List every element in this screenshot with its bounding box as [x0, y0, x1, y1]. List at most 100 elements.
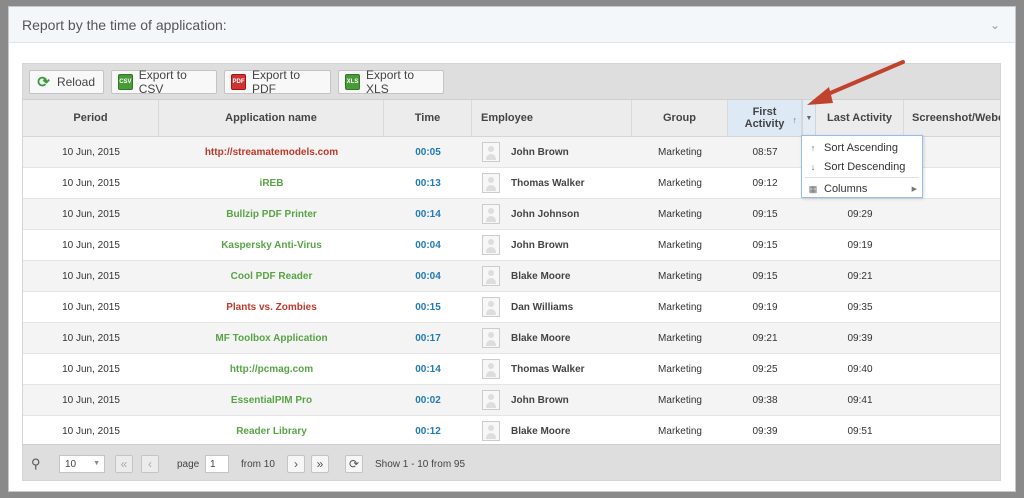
- time-cell: 00:17: [415, 332, 441, 344]
- table-row[interactable]: 10 Jun, 2015 MF Toolbox Application 00:17 B…: [23, 323, 1000, 354]
- first-activity-cell: 09:39: [752, 425, 778, 437]
- group-cell: Marketing: [658, 425, 702, 437]
- application-link[interactable]: Cool PDF Reader: [159, 261, 384, 291]
- export-pdf-button[interactable]: PDF Export to PDF: [224, 68, 331, 96]
- group-cell: Marketing: [658, 301, 702, 313]
- application-link[interactable]: MF Toolbox Application: [159, 323, 384, 353]
- first-activity-cell: 09:15: [752, 208, 778, 220]
- last-page-button[interactable]: »: [311, 455, 329, 473]
- next-page-button[interactable]: ›: [287, 455, 305, 473]
- export-csv-button[interactable]: CSV Export to CSV: [111, 68, 217, 96]
- column-header-employee[interactable]: Employee: [472, 100, 632, 136]
- avatar: [482, 297, 500, 317]
- panel-header: Report by the time of application: ⌄: [9, 7, 1015, 43]
- table-row[interactable]: 10 Jun, 2015 Plants vs. Zombies 00:15 Dan W…: [23, 292, 1000, 323]
- time-cell: 00:05: [415, 146, 441, 158]
- avatar: [482, 204, 500, 224]
- menu-divider: [805, 177, 919, 178]
- xls-file-icon: XLS: [345, 74, 361, 90]
- last-activity-cell: 09:35: [847, 301, 873, 313]
- application-link[interactable]: Plants vs. Zombies: [159, 292, 384, 322]
- columns-menu-item[interactable]: ▦ Columns ▶: [802, 180, 922, 198]
- employee-cell: John Brown: [472, 230, 632, 260]
- export-xls-button[interactable]: XLS Export to XLS: [338, 68, 444, 96]
- paging-status: Show 1 - 10 from 95: [375, 459, 466, 470]
- avatar: [482, 328, 500, 348]
- application-link[interactable]: Bullzip PDF Printer: [159, 199, 384, 229]
- first-activity-cell: 09:19: [752, 301, 778, 313]
- export-pdf-label: Export to PDF: [252, 68, 301, 96]
- application-link[interactable]: iREB: [159, 168, 384, 198]
- table-row[interactable]: 10 Jun, 2015 Cool PDF Reader 00:04 Blake Mo…: [23, 261, 1000, 292]
- search-icon[interactable]: ⚲: [31, 456, 41, 472]
- avatar: [482, 142, 500, 162]
- time-cell: 00:04: [415, 270, 441, 282]
- period-cell: 10 Jun, 2015: [62, 363, 120, 375]
- column-header-group[interactable]: Group: [632, 100, 728, 136]
- column-header-screenshot[interactable]: Screenshot/Webc: [904, 100, 1000, 136]
- table-row[interactable]: 10 Jun, 2015 Reader Library 00:12 Blake Moo…: [23, 416, 1000, 447]
- table-row[interactable]: 10 Jun, 2015 http://pcmag.com 00:14 Thomas …: [23, 354, 1000, 385]
- last-activity-cell: 09:29: [847, 208, 873, 220]
- table-row[interactable]: 10 Jun, 2015 Bullzip PDF Printer 00:14 John…: [23, 199, 1000, 230]
- prev-page-button[interactable]: ‹: [141, 455, 159, 473]
- group-cell: Marketing: [658, 394, 702, 406]
- period-cell: 10 Jun, 2015: [62, 239, 120, 251]
- period-cell: 10 Jun, 2015: [62, 208, 120, 220]
- period-cell: 10 Jun, 2015: [62, 394, 120, 406]
- reload-button[interactable]: ⟳ Reload: [29, 70, 104, 94]
- export-xls-label: Export to XLS: [366, 68, 415, 96]
- sort-descending-item[interactable]: ↓ Sort Descending: [802, 158, 922, 176]
- column-header-application[interactable]: Application name: [159, 100, 384, 136]
- refresh-page-button[interactable]: ⟳: [345, 455, 363, 473]
- employee-cell: Thomas Walker: [472, 168, 632, 198]
- last-activity-cell: 09:41: [847, 394, 873, 406]
- last-activity-cell: 09:39: [847, 332, 873, 344]
- export-csv-label: Export to CSV: [138, 68, 187, 96]
- page-number-input[interactable]: 1: [205, 455, 229, 473]
- avatar: [482, 173, 500, 193]
- employee-cell: John Brown: [472, 137, 632, 167]
- time-cell: 00:13: [415, 177, 441, 189]
- chevron-down-icon[interactable]: ⌄: [987, 17, 1003, 33]
- application-link[interactable]: Reader Library: [159, 416, 384, 446]
- sort-descending-label: Sort Descending: [824, 161, 906, 173]
- employee-cell: Dan Williams: [472, 292, 632, 322]
- last-activity-cell: 09:40: [847, 363, 873, 375]
- avatar: [482, 235, 500, 255]
- page-size-select[interactable]: 10 ▼: [59, 455, 105, 473]
- group-cell: Marketing: [658, 332, 702, 344]
- page-total-label: from 10: [241, 459, 275, 470]
- group-cell: Marketing: [658, 177, 702, 189]
- period-cell: 10 Jun, 2015: [62, 270, 120, 282]
- group-cell: Marketing: [658, 270, 702, 282]
- table-row[interactable]: 10 Jun, 2015 EssentialPIM Pro 00:02 John Br…: [23, 385, 1000, 416]
- table-row[interactable]: 10 Jun, 2015 Kaspersky Anti-Virus 00:04 Joh…: [23, 230, 1000, 261]
- column-header-period[interactable]: Period: [23, 100, 159, 136]
- avatar: [482, 266, 500, 286]
- double-chevron-left-icon: «: [120, 457, 128, 471]
- employee-name: John Brown: [511, 146, 569, 158]
- refresh-icon: ⟳: [37, 74, 50, 91]
- application-link[interactable]: EssentialPIM Pro: [159, 385, 384, 415]
- application-link[interactable]: Kaspersky Anti-Virus: [159, 230, 384, 260]
- panel-title: Report by the time of application:: [22, 17, 227, 33]
- column-header-time[interactable]: Time: [384, 100, 472, 136]
- column-header-last-activity[interactable]: Last Activity: [816, 100, 904, 136]
- sort-arrow-icon: ↑: [792, 115, 798, 125]
- avatar: [482, 390, 500, 410]
- double-chevron-right-icon: »: [316, 457, 324, 471]
- page-label: page: [177, 459, 200, 470]
- application-link[interactable]: http://streamatemodels.com: [159, 137, 384, 167]
- column-menu-trigger[interactable]: ▼: [802, 100, 816, 136]
- employee-name: Blake Moore: [511, 332, 571, 344]
- first-page-button[interactable]: «: [115, 455, 133, 473]
- caret-down-icon: ▼: [93, 460, 100, 467]
- first-activity-cell: 09:25: [752, 363, 778, 375]
- column-header-first-activity[interactable]: First Activity ↑: [728, 100, 802, 136]
- sort-ascending-item[interactable]: ↑ Sort Ascending: [802, 139, 922, 157]
- time-cell: 00:02: [415, 394, 441, 406]
- employee-cell: Blake Moore: [472, 261, 632, 291]
- application-link[interactable]: http://pcmag.com: [159, 354, 384, 384]
- employee-name: John Brown: [511, 394, 569, 406]
